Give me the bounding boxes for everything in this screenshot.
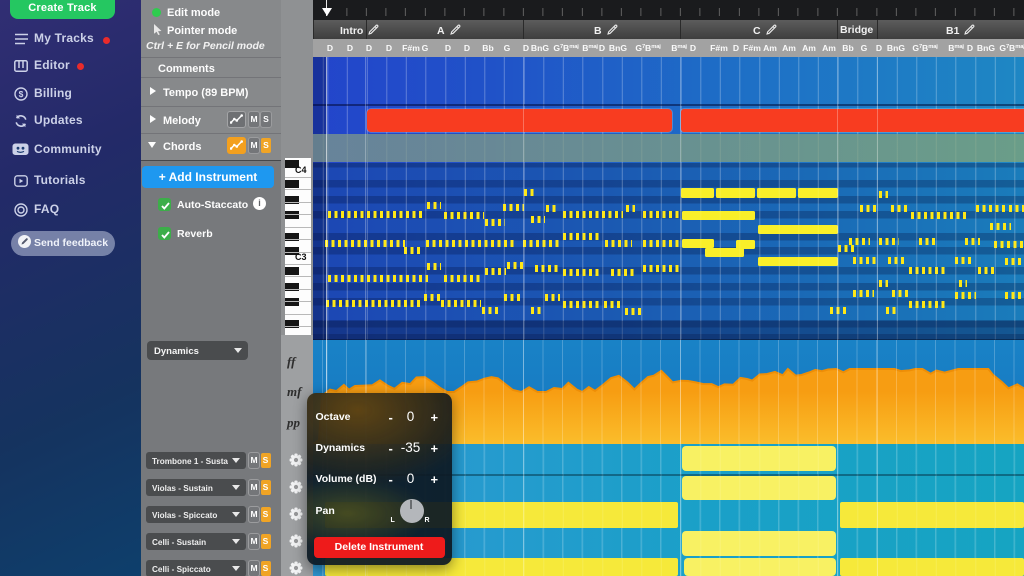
svg-text:$: $ — [18, 89, 23, 99]
